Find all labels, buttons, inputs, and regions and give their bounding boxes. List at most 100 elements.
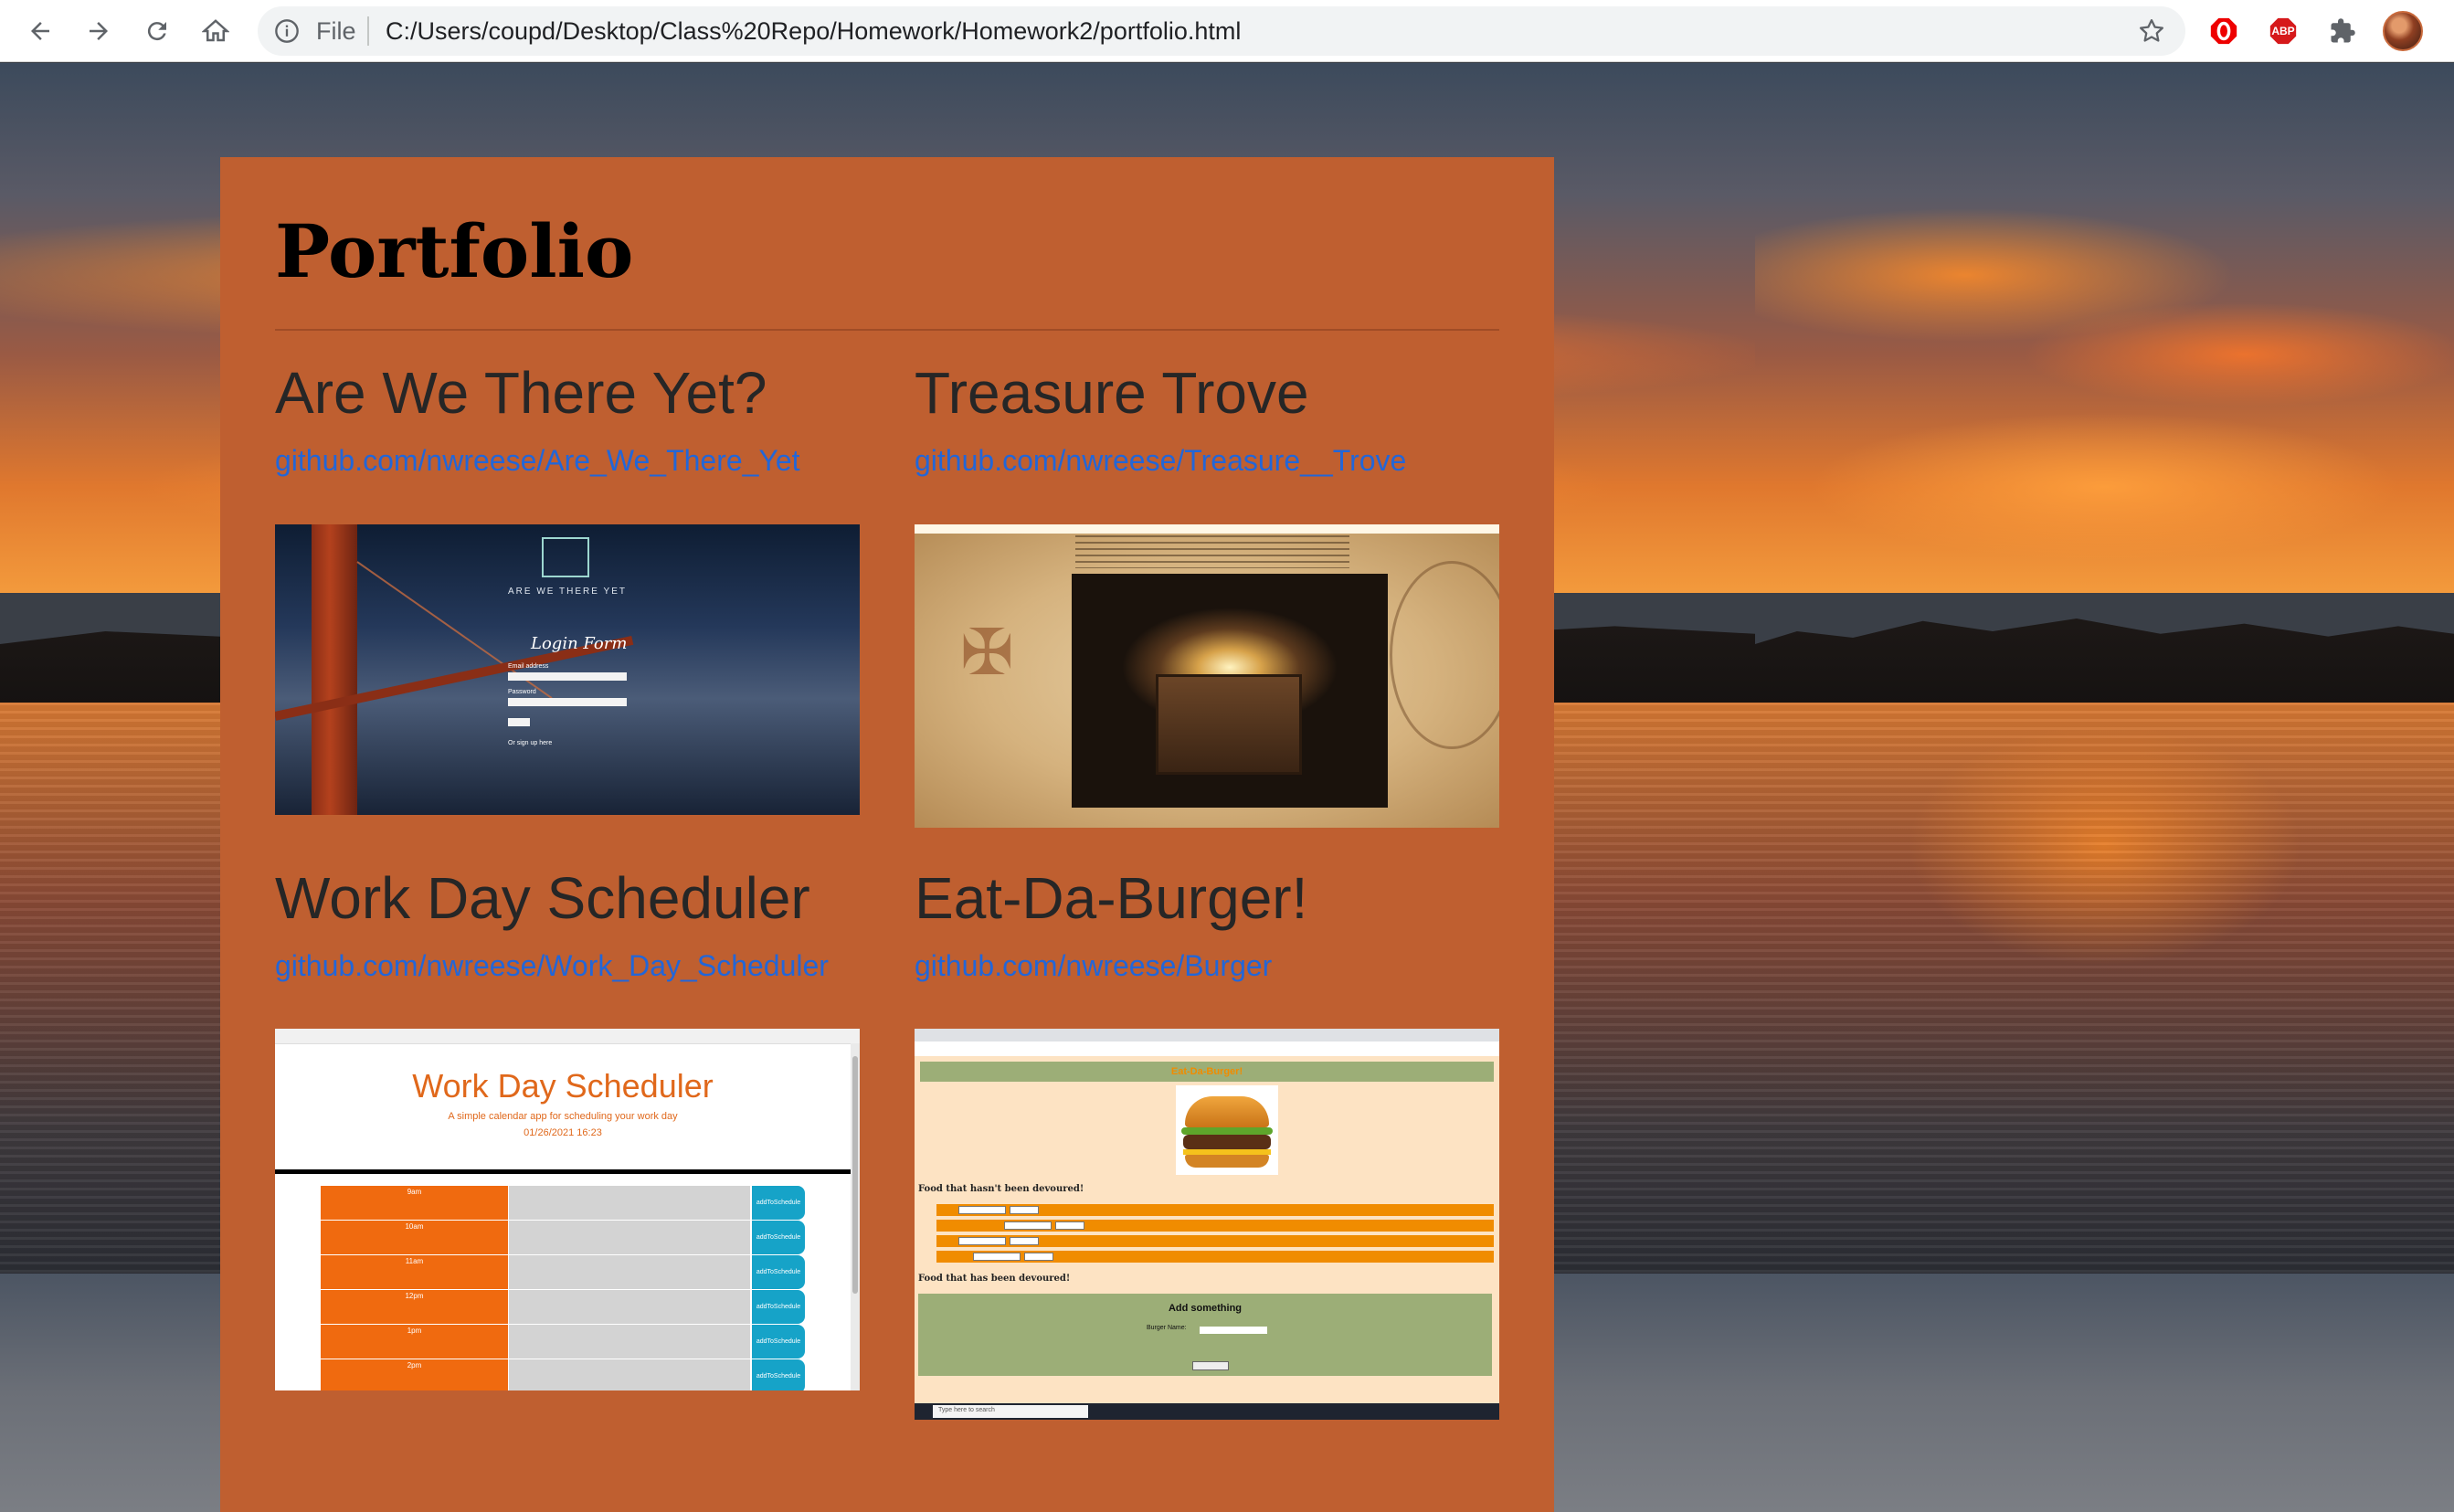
save-button: addToSchedule [752, 1221, 805, 1254]
treasure-chest-image [1072, 574, 1388, 808]
scheduler-row: 12pm addToSchedule [321, 1290, 805, 1324]
screenshot-divider [275, 1169, 851, 1174]
event-textarea [509, 1359, 750, 1390]
screenshot-tab-strip [915, 1029, 1499, 1041]
hour-label: 10am [321, 1221, 508, 1254]
page-title: Portfolio [275, 208, 634, 294]
project-work-day-scheduler: Work Day Scheduler github.com/nwreese/Wo… [275, 865, 860, 983]
arrow-left-icon [31, 22, 49, 40]
project-treasure-trove: Treasure Trove github.com/nwreese/Treasu… [915, 360, 1499, 478]
hour-label: 9am [321, 1186, 508, 1220]
browser-toolbar: File C:/Users/coupd/Desktop/Class%20Repo… [0, 0, 2454, 62]
info-icon[interactable] [274, 18, 300, 44]
screenshot-date: 01/26/2021 16:23 [524, 1127, 602, 1138]
compass-icon [1390, 561, 1499, 749]
reload-button[interactable] [137, 11, 177, 51]
project-screenshot-eat-da-burger[interactable]: Eat-Da-Burger! Food that hasn't been dev… [915, 1029, 1499, 1420]
burger-list-item [936, 1235, 1494, 1247]
screenshot-login-button [508, 718, 530, 726]
event-textarea [509, 1290, 750, 1324]
save-button: addToSchedule [752, 1186, 805, 1220]
project-title: Treasure Trove [915, 360, 1309, 426]
save-button: addToSchedule [752, 1359, 805, 1390]
back-button[interactable] [20, 11, 60, 51]
screenshot-address-bar [915, 1041, 1499, 1056]
project-screenshot-work-day-scheduler[interactable]: Work Day Scheduler A simple calendar app… [275, 1029, 860, 1390]
project-eat-da-burger: Eat-Da-Burger! github.com/nwreese/Burger [915, 865, 1499, 983]
bridge-tower [312, 524, 357, 815]
sunset-background-tile [1755, 63, 2454, 1512]
save-button: addToSchedule [752, 1325, 805, 1359]
project-title: Work Day Scheduler [275, 865, 810, 931]
project-screenshot-treasure-trove[interactable]: ✠ [915, 524, 1499, 828]
burger-image [1176, 1085, 1278, 1175]
puzzle-icon [2331, 18, 2355, 43]
devoured-heading: Food that has been devoured! [918, 1274, 1071, 1284]
add-burger-button [1192, 1361, 1229, 1370]
project-github-link[interactable]: github.com/nwreese/Are_We_There_Yet [275, 444, 860, 478]
burger-name-label: Burger Name: [1147, 1325, 1187, 1331]
screenshot-email-field [508, 672, 627, 681]
project-github-link[interactable]: github.com/nwreese/Treasure__Trove [915, 444, 1499, 478]
project-title: Are We There Yet? [275, 360, 767, 426]
scheduler-row: 1pm addToSchedule [321, 1325, 805, 1359]
portfolio-card: Portfolio Are We There Yet? github.com/n… [220, 157, 1554, 1512]
treeline-silhouette [1755, 619, 2454, 721]
profile-avatar[interactable] [2383, 11, 2423, 51]
sky-image [1755, 63, 2454, 593]
screenshot-brand: ARE WE THERE YET [508, 587, 627, 597]
scheduler-row: 11am addToSchedule [321, 1255, 805, 1289]
scheduler-grid: 9am addToSchedule 10am addToSchedule 11am a… [321, 1186, 805, 1390]
chest-box [1156, 674, 1302, 775]
reload-icon [147, 22, 166, 41]
url-scheme-label: File [316, 17, 356, 45]
map-logo-icon [542, 537, 589, 577]
screenshot-heading: Work Day Scheduler [412, 1067, 714, 1105]
event-textarea [509, 1221, 750, 1254]
event-textarea [509, 1255, 750, 1289]
hour-label: 12pm [321, 1290, 508, 1324]
url-text[interactable]: C:/Users/coupd/Desktop/Class%20Repo/Home… [386, 17, 1241, 46]
screenshot-navbar [915, 524, 1499, 534]
project-are-we-there-yet: Are We There Yet? github.com/nwreese/Are… [275, 360, 860, 478]
save-button: addToSchedule [752, 1255, 805, 1289]
forward-button[interactable] [79, 11, 119, 51]
add-burger-form: Add something Burger Name: [918, 1294, 1492, 1376]
project-title: Eat-Da-Burger! [915, 865, 1308, 931]
screenshot-scroll-thumb [852, 1056, 858, 1294]
screenshot-heading: Eat-Da-Burger! [920, 1062, 1494, 1082]
project-screenshot-are-we-there-yet[interactable]: ARE WE THERE YET Login Form Email addres… [275, 524, 860, 815]
scheduler-row: 2pm addToSchedule [321, 1359, 805, 1390]
screenshot-password-field [508, 698, 627, 706]
screenshot-browser-bar [275, 1029, 860, 1044]
screenshot-taskbar: Type here to search [915, 1403, 1499, 1420]
opera-adblock-icon[interactable] [2205, 13, 2242, 49]
map-cross-icon: ✠ [960, 617, 1014, 688]
home-button[interactable] [196, 11, 236, 51]
burger-list-item [936, 1204, 1494, 1216]
extensions-button[interactable] [2324, 13, 2361, 49]
screenshot-email-label: Email address [508, 663, 549, 670]
bookmark-star-icon[interactable] [2138, 17, 2165, 45]
lake-reflection [1755, 703, 2454, 1274]
screenshot-intro-text [1075, 535, 1349, 568]
save-button: addToSchedule [752, 1290, 805, 1324]
background-lower-band [1755, 1274, 2454, 1512]
burger-name-field [1200, 1327, 1267, 1334]
project-github-link[interactable]: github.com/nwreese/Burger [915, 949, 1499, 983]
address-bar[interactable]: File C:/Users/coupd/Desktop/Class%20Repo… [258, 6, 2185, 56]
project-github-link[interactable]: github.com/nwreese/Work_Day_Scheduler [275, 949, 860, 983]
not-devoured-heading: Food that hasn't been devoured! [918, 1184, 1084, 1194]
hour-label: 11am [321, 1255, 508, 1289]
screenshot-signup-text: Or sign up here [508, 740, 553, 746]
arrow-right-icon [90, 22, 108, 40]
burger-list-item [936, 1220, 1494, 1232]
title-divider [275, 329, 1499, 331]
hour-label: 2pm [321, 1359, 508, 1390]
event-textarea [509, 1325, 750, 1359]
abp-icon[interactable]: ABP [2265, 13, 2301, 49]
hour-label: 1pm [321, 1325, 508, 1359]
burger-list-item [936, 1251, 1494, 1263]
taskbar-search-placeholder: Type here to search [938, 1407, 995, 1413]
abp-label: ABP [2271, 25, 2295, 37]
